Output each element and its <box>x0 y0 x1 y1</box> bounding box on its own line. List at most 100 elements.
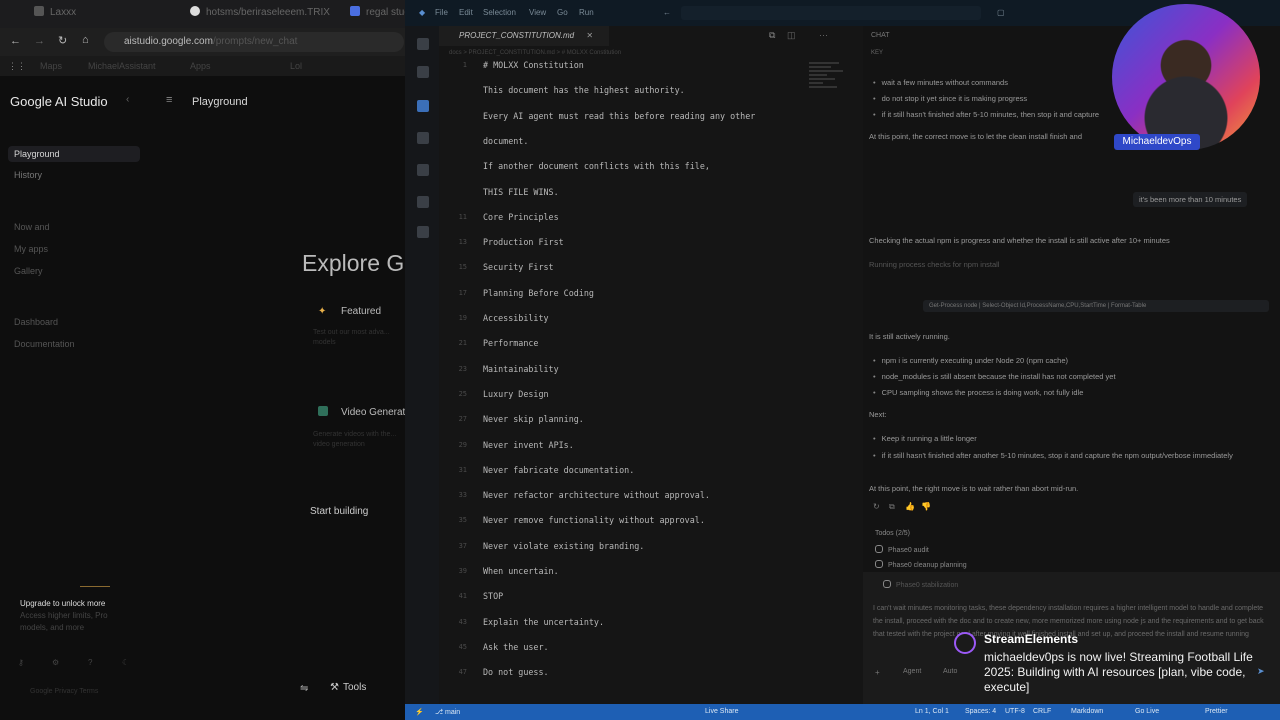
go-live-status[interactable]: Go Live <box>1135 708 1159 715</box>
settings-icon[interactable]: ⚙ <box>52 658 59 667</box>
code-line[interactable]: Every AI agent must read this before rea… <box>483 111 755 121</box>
code-line[interactable]: Never violate existing branding. <box>483 541 644 551</box>
menu-run[interactable]: Run <box>579 8 594 17</box>
split-editor-icon[interactable]: ◫ <box>787 30 796 41</box>
bookmark-item[interactable]: MichaelAssistant <box>88 61 156 71</box>
encoding-status[interactable]: UTF-8 <box>1005 708 1025 715</box>
browser-tab[interactable]: regal studia <box>350 6 408 22</box>
testing-icon[interactable] <box>417 226 429 238</box>
open-preview-icon[interactable]: ⧉ <box>769 30 775 41</box>
code-line[interactable]: Ask the user. <box>483 642 549 652</box>
featured-card-title[interactable]: Featured <box>341 306 381 317</box>
menu-selection[interactable]: Selection <box>483 8 516 17</box>
eol-status[interactable]: CRLF <box>1033 708 1051 715</box>
code-line[interactable]: THIS FILE WINS. <box>483 187 559 197</box>
code-line[interactable]: Accessibility <box>483 313 549 323</box>
back-icon[interactable]: ← <box>10 35 21 47</box>
sidebar-item-documentation[interactable]: Documentation <box>14 339 75 349</box>
sidebar-item-my-apps[interactable]: My apps <box>14 244 48 254</box>
bookmark-item[interactable]: Lol <box>290 61 302 71</box>
sidebar-item-gallery[interactable]: Gallery <box>14 266 43 276</box>
code-line[interactable]: Never skip planning. <box>483 414 584 424</box>
tools-icon: ⚒ <box>330 682 339 693</box>
code-line[interactable]: Security First <box>483 262 554 272</box>
code-line[interactable]: This document has the highest authority. <box>483 85 685 95</box>
code-line[interactable]: Do not guess. <box>483 667 549 677</box>
add-context-icon[interactable]: + <box>875 668 880 677</box>
copilot-icon[interactable]: ▢ <box>997 8 1005 17</box>
code-line[interactable]: Never remove functionality without appro… <box>483 515 705 525</box>
browser-tab[interactable]: hotsms/beriraseleeem.TRIXX <box>190 6 330 22</box>
explorer-icon[interactable] <box>417 38 429 50</box>
thumbs-down-icon[interactable]: 👎 <box>921 502 931 511</box>
code-line[interactable]: Never refactor architecture without appr… <box>483 490 710 500</box>
search-icon[interactable] <box>417 66 429 78</box>
help-icon[interactable]: ? <box>88 658 92 667</box>
liveshare-status[interactable]: Live Share <box>705 708 738 715</box>
todos-header[interactable]: Todos (2/5) <box>875 530 910 537</box>
language-status[interactable]: Markdown <box>1071 708 1103 715</box>
reload-icon[interactable]: ↻ <box>58 34 67 47</box>
forward-icon[interactable]: → <box>34 35 45 47</box>
source-control-icon[interactable] <box>417 100 429 112</box>
code-line[interactable]: document. <box>483 136 528 146</box>
code-line[interactable]: Core Principles <box>483 212 559 222</box>
sidebar-toggle-icon[interactable]: ‹ <box>126 94 129 105</box>
upgrade-panel[interactable]: Upgrade to unlock more Access higher lim… <box>20 598 130 634</box>
home-icon[interactable]: ⌂ <box>82 34 89 46</box>
menu-file[interactable]: File <box>435 8 448 17</box>
tune-icon[interactable]: ⇋ <box>300 683 308 694</box>
editor-pane: PROJECT_CONSTITUTION.md ✕ ⧉ ◫ ⋯ docs > P… <box>439 26 863 704</box>
thumbs-up-icon[interactable]: 👍 <box>905 502 915 511</box>
sidebar-item-dashboard[interactable]: Dashboard <box>14 317 58 327</box>
code-line[interactable]: Luxury Design <box>483 389 549 399</box>
copy-icon[interactable]: ⧉ <box>889 502 895 512</box>
command-center[interactable] <box>681 6 981 20</box>
code-line[interactable]: Never invent APIs. <box>483 440 574 450</box>
key-icon[interactable]: ⚷ <box>18 658 24 667</box>
sidebar-item-playground[interactable]: Playground <box>8 146 140 162</box>
code-line[interactable]: Never fabricate documentation. <box>483 465 634 475</box>
code-line[interactable]: Production First <box>483 237 564 247</box>
code-line[interactable]: # MOLXX Constitution <box>483 60 584 70</box>
terminal-command[interactable]: Get-Process node | Select-Object Id,Proc… <box>923 300 1269 312</box>
remote-status-icon[interactable]: ⚡ <box>415 708 424 716</box>
footer-links[interactable]: Google Privacy Terms <box>30 688 98 695</box>
agent-mode-select[interactable]: Agent <box>903 668 921 675</box>
more-actions-icon[interactable]: ⋯ <box>819 30 828 41</box>
retry-icon[interactable]: ↻ <box>873 502 880 511</box>
sidebar-item-new[interactable]: Now and <box>14 222 50 232</box>
cursor-position[interactable]: Ln 1, Col 1 <box>915 708 949 715</box>
code-line[interactable]: Planning Before Coding <box>483 288 594 298</box>
code-line[interactable]: If another document conflicts with this … <box>483 161 710 171</box>
moon-icon[interactable]: ☾ <box>122 658 129 667</box>
minimap[interactable] <box>809 62 849 122</box>
menu-go[interactable]: Go <box>557 8 568 17</box>
code-line[interactable]: Performance <box>483 338 538 348</box>
run-debug-icon[interactable] <box>417 132 429 144</box>
branch-status[interactable]: ⎇ main <box>435 708 460 716</box>
sidebar-item-history[interactable]: History <box>14 170 42 180</box>
nav-back-icon[interactable]: ← <box>663 8 671 17</box>
code-line[interactable]: STOP <box>483 591 503 601</box>
tools-button[interactable]: ⚒ Tools <box>330 682 366 693</box>
bookmark-item[interactable]: Apps <box>190 61 211 71</box>
extensions-icon[interactable] <box>417 164 429 176</box>
code-line[interactable]: When uncertain. <box>483 566 559 576</box>
code-line[interactable]: Maintainability <box>483 364 559 374</box>
address-bar[interactable]: aistudio.google.com/prompts/new_chat <box>104 32 404 52</box>
editor-tab[interactable]: PROJECT_CONSTITUTION.md ✕ <box>439 26 609 46</box>
video-card-title[interactable]: Video Generat <box>341 407 405 418</box>
close-tab-icon[interactable]: ✕ <box>586 31 593 40</box>
apps-grid-icon[interactable]: ⋮⋮ <box>8 61 26 72</box>
browser-tab[interactable]: Laxxx <box>34 6 154 22</box>
menu-edit[interactable]: Edit <box>459 8 473 17</box>
indentation-status[interactable]: Spaces: 4 <box>965 708 996 715</box>
code-line[interactable]: Explain the uncertainty. <box>483 617 604 627</box>
editor-breadcrumb[interactable]: docs > PROJECT_CONSTITUTION.md > # MOLXX… <box>449 50 621 56</box>
remote-icon[interactable] <box>417 196 429 208</box>
menu-view[interactable]: View <box>529 8 546 17</box>
prettier-status[interactable]: Prettier <box>1205 708 1228 715</box>
menu-icon[interactable]: ≡ <box>166 94 172 106</box>
bookmark-item[interactable]: Maps <box>40 61 62 71</box>
